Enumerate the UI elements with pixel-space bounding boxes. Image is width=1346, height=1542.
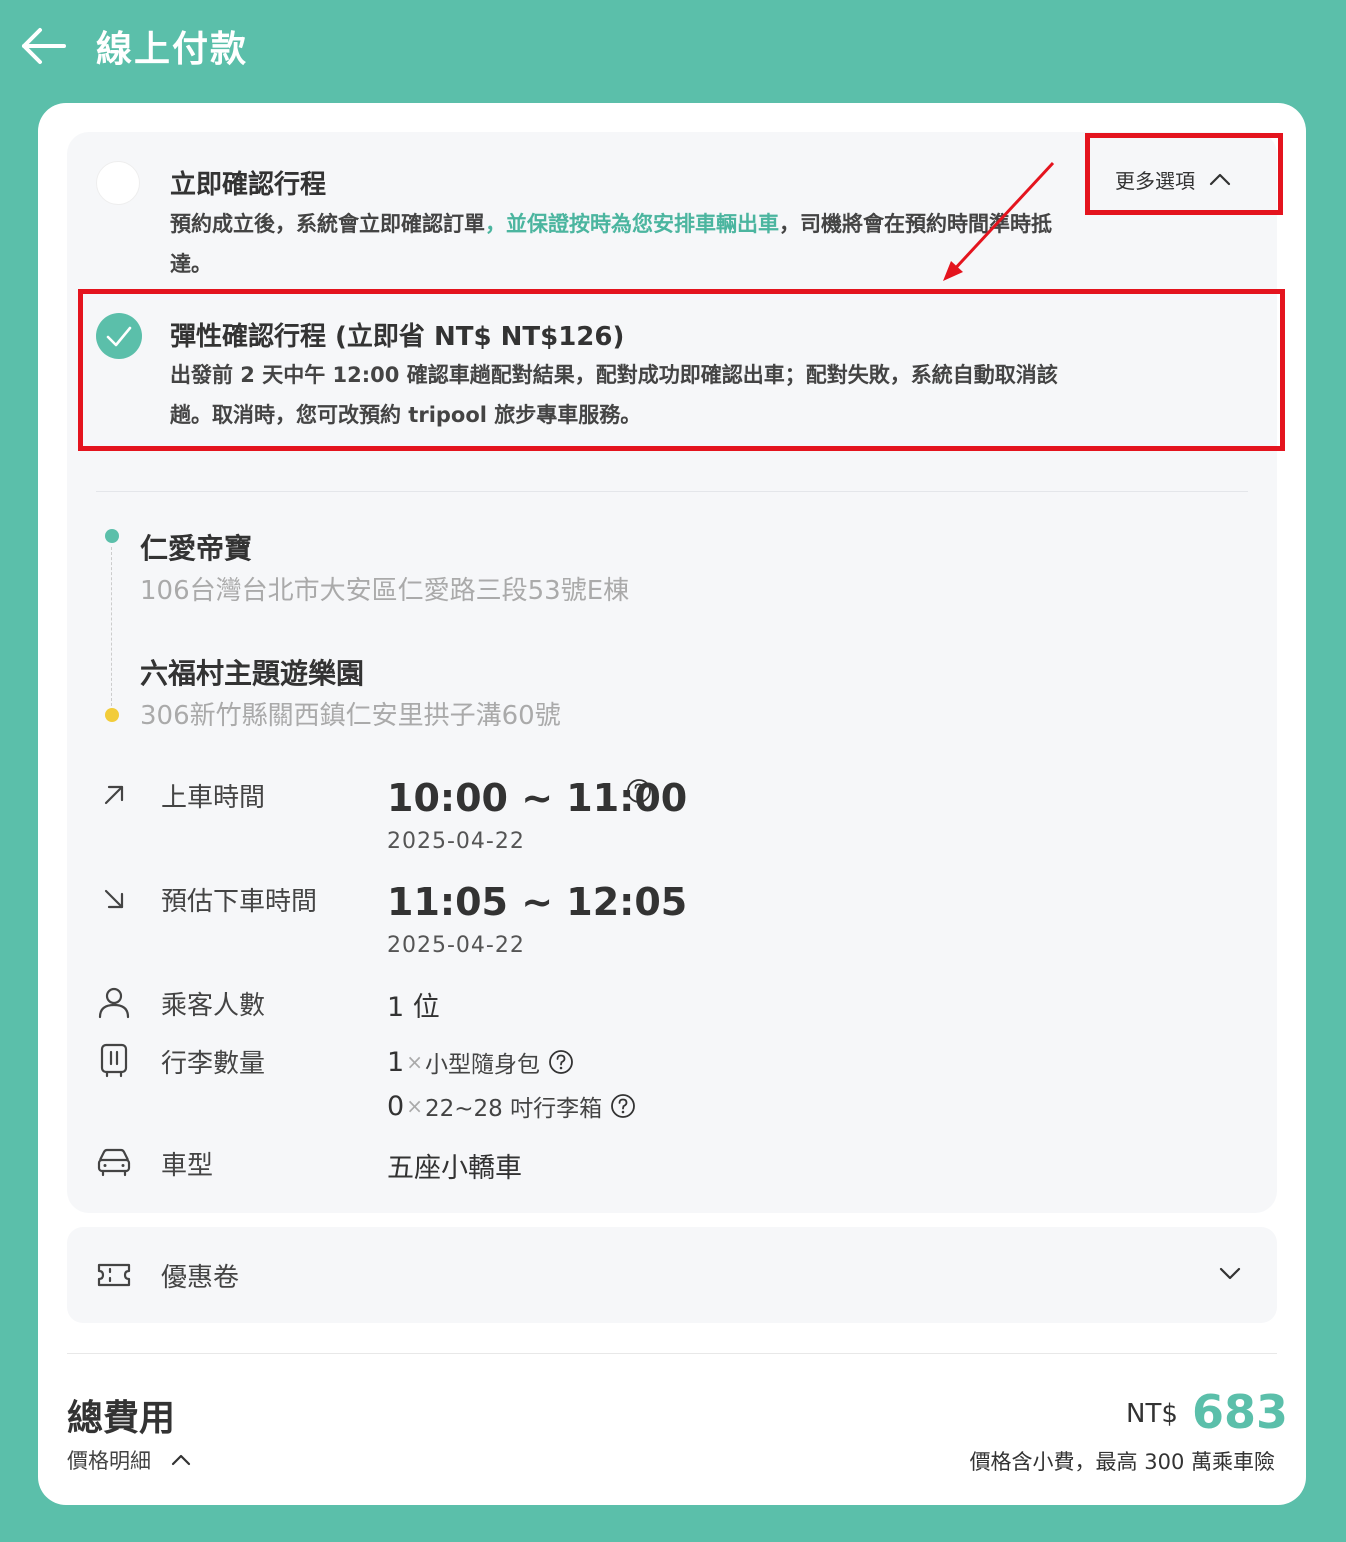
chevron-up-icon xyxy=(171,1454,191,1466)
origin-name: 仁愛帝寶 xyxy=(140,532,253,565)
back-arrow-icon xyxy=(22,28,66,64)
help-icon[interactable] xyxy=(610,1093,636,1119)
help-icon[interactable] xyxy=(548,1049,574,1075)
page-title: 線上付款 xyxy=(96,29,249,70)
main-card: 立即確認行程 預約成立後，系統會立即確認訂單，並保證按時為您安排車輛出車，司機將… xyxy=(38,103,1306,1505)
price-currency: NT$ xyxy=(1126,1399,1178,1429)
luggage-count: 1 xyxy=(387,1046,405,1078)
luggage-count: 0 xyxy=(387,1090,405,1122)
times-sign: × xyxy=(406,1094,423,1118)
chevron-down-icon xyxy=(1219,1267,1241,1280)
destination-name: 六福村主題遊樂園 xyxy=(140,657,365,690)
price-amount: 683 xyxy=(1192,1385,1289,1439)
arrow-up-right-icon xyxy=(104,785,124,805)
route-line xyxy=(111,547,112,711)
dropoff-time-range: 11:05 ~ 12:05 xyxy=(387,880,688,924)
dropoff-time-label: 預估下車時間 xyxy=(161,887,318,917)
price-detail-toggle[interactable]: 價格明細 xyxy=(67,1445,191,1475)
top-bar: 線上付款 xyxy=(0,0,1346,92)
help-icon[interactable] xyxy=(626,778,652,804)
total-title: 總費用 xyxy=(67,1398,176,1439)
passengers-label: 乘客人數 xyxy=(161,991,266,1021)
destination-dot xyxy=(105,708,119,722)
luggage-item-suitcase: 0 × 22~28 吋行李箱 xyxy=(387,1089,636,1123)
user-icon xyxy=(98,987,130,1019)
destination-address: 306新竹縣關西鎮仁安里拱子溝60號 xyxy=(140,701,561,731)
pickup-time-label: 上車時間 xyxy=(161,783,266,813)
price-detail-label: 價格明細 xyxy=(67,1449,151,1473)
coupon-label: 優惠卷 xyxy=(161,1263,240,1293)
origin-dot xyxy=(105,529,119,543)
divider xyxy=(96,491,1248,492)
car-icon xyxy=(97,1148,131,1177)
price-note: 價格含小費，最高 300 萬乘車險 xyxy=(969,1450,1275,1474)
luggage-item-small-bag: 1 × 小型隨身包 xyxy=(387,1045,574,1079)
back-button[interactable] xyxy=(20,24,68,68)
luggage-type: 小型隨身包 xyxy=(424,1052,540,1078)
arrow-down-right-icon xyxy=(104,889,124,909)
vehicle-value: 五座小轎車 xyxy=(387,1153,522,1184)
luggage-type: 22~28 吋行李箱 xyxy=(424,1096,603,1122)
luggage-icon xyxy=(100,1043,128,1078)
dropoff-date: 2025-04-22 xyxy=(387,933,525,958)
passengers-value: 1 位 xyxy=(387,992,440,1023)
pickup-date: 2025-04-22 xyxy=(387,829,525,854)
divider xyxy=(67,1353,1277,1354)
ticket-icon xyxy=(97,1263,131,1287)
vehicle-label: 車型 xyxy=(161,1151,214,1181)
annotation-box-flexible-option xyxy=(78,289,1285,451)
coupon-row[interactable]: 優惠卷 xyxy=(67,1227,1277,1323)
annotation-arrow xyxy=(943,161,1055,281)
times-sign: × xyxy=(406,1050,423,1074)
luggage-label: 行李數量 xyxy=(161,1049,266,1079)
origin-address: 106台灣台北市大安區仁愛路三段53號E棟 xyxy=(140,576,630,606)
